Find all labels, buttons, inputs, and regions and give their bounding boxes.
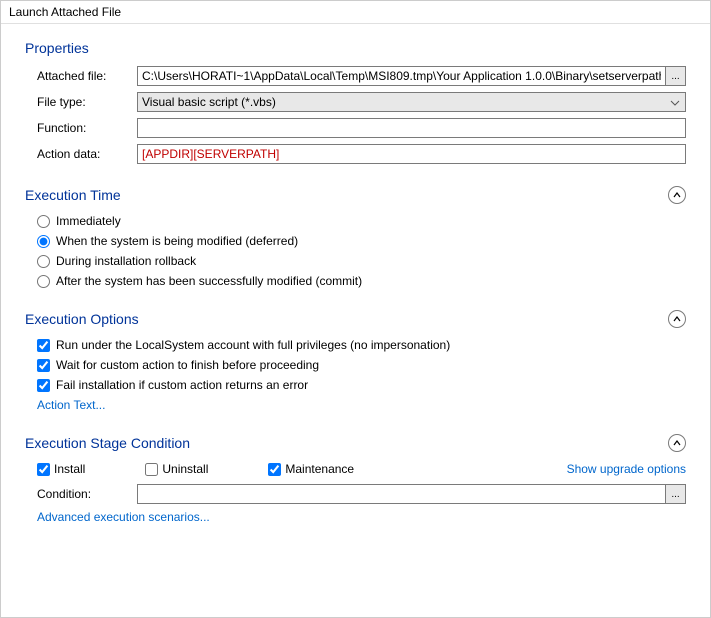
radio-immediately[interactable] — [37, 215, 50, 228]
check-uninstall[interactable] — [145, 463, 158, 476]
radio-rollback[interactable] — [37, 255, 50, 268]
collapse-button[interactable] — [668, 310, 686, 328]
execution-time-section: Execution Time Immediately When the syst… — [25, 186, 686, 288]
collapse-button[interactable] — [668, 186, 686, 204]
check-install[interactable] — [37, 463, 50, 476]
check-localsystem[interactable] — [37, 339, 50, 352]
window-title: Launch Attached File — [1, 1, 710, 24]
check-fail[interactable] — [37, 379, 50, 392]
browse-button[interactable]: ... — [666, 66, 686, 86]
check-maintenance-label: Maintenance — [285, 462, 354, 476]
execution-stage-heading: Execution Stage Condition — [25, 435, 190, 451]
check-install-label: Install — [54, 462, 85, 476]
check-localsystem-label: Run under the LocalSystem account with f… — [56, 338, 450, 352]
function-label: Function: — [37, 121, 137, 135]
attached-file-input[interactable] — [137, 66, 666, 86]
file-type-select[interactable]: Visual basic script (*.vbs) — [137, 92, 686, 112]
file-type-label: File type: — [37, 95, 137, 109]
check-uninstall-label: Uninstall — [162, 462, 208, 476]
window: Launch Attached File Properties Attached… — [0, 0, 711, 618]
check-maintenance[interactable] — [268, 463, 281, 476]
chevron-up-icon — [672, 438, 682, 448]
action-data-input[interactable] — [137, 144, 686, 164]
show-upgrade-link[interactable]: Show upgrade options — [567, 462, 686, 476]
advanced-scenarios-link[interactable]: Advanced execution scenarios... — [37, 510, 210, 524]
radio-commit[interactable] — [37, 275, 50, 288]
execution-options-heading: Execution Options — [25, 311, 139, 327]
chevron-up-icon — [672, 190, 682, 200]
check-wait-label: Wait for custom action to finish before … — [56, 358, 319, 372]
radio-deferred[interactable] — [37, 235, 50, 248]
condition-browse-button[interactable]: ... — [666, 484, 686, 504]
collapse-button[interactable] — [668, 434, 686, 452]
properties-heading: Properties — [25, 40, 89, 56]
chevron-up-icon — [672, 314, 682, 324]
condition-input[interactable] — [137, 484, 666, 504]
action-text-link[interactable]: Action Text... — [37, 398, 105, 412]
action-data-label: Action data: — [37, 147, 137, 161]
properties-section: Properties Attached file: ... File type:… — [25, 40, 686, 164]
content-area: Properties Attached file: ... File type:… — [1, 24, 710, 617]
check-wait[interactable] — [37, 359, 50, 372]
radio-immediately-label: Immediately — [56, 214, 121, 228]
execution-time-heading: Execution Time — [25, 187, 121, 203]
execution-options-section: Execution Options Run under the LocalSys… — [25, 310, 686, 412]
check-fail-label: Fail installation if custom action retur… — [56, 378, 308, 392]
attached-file-label: Attached file: — [37, 69, 137, 83]
condition-label: Condition: — [37, 487, 137, 501]
radio-rollback-label: During installation rollback — [56, 254, 196, 268]
radio-commit-label: After the system has been successfully m… — [56, 274, 362, 288]
execution-stage-section: Execution Stage Condition Install Uninst… — [25, 434, 686, 524]
radio-deferred-label: When the system is being modified (defer… — [56, 234, 298, 248]
function-input[interactable] — [137, 118, 686, 138]
